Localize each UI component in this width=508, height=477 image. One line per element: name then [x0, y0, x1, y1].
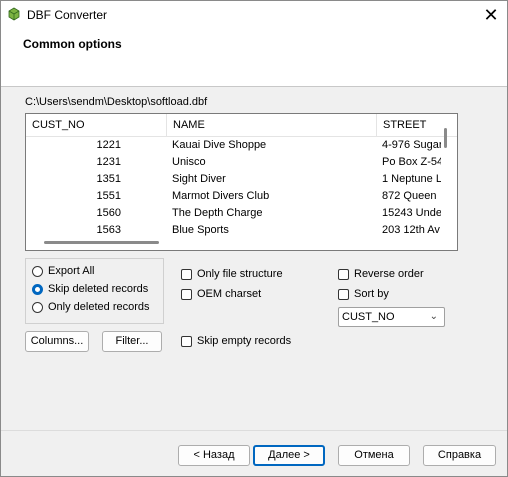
cell-cust-no: 1551: [96, 190, 121, 202]
cell-cust-no: 1231: [96, 156, 121, 168]
column-header-name[interactable]: NAME: [167, 114, 377, 136]
cell-name: Kauai Dive Shoppe: [172, 139, 267, 151]
radio-label: Skip deleted records: [48, 283, 149, 295]
dbf-converter-window: DBF Converter ✕ Common options C:\Users\…: [0, 0, 508, 477]
cell-name: The Depth Charge: [172, 207, 263, 219]
checkbox-label: Skip empty records: [197, 335, 292, 347]
cancel-button[interactable]: Отмена: [338, 445, 410, 466]
radio-button[interactable]: [32, 284, 43, 295]
back-button[interactable]: < Назад: [178, 445, 250, 466]
chevron-down-icon: ⌄: [429, 311, 438, 322]
checkbox-label: OEM charset: [197, 288, 262, 300]
radio-button[interactable]: [32, 266, 43, 277]
radio-skip-deleted-records[interactable]: Skip deleted records: [32, 282, 162, 298]
records-mode-group: Export All Skip deleted records Only del…: [25, 258, 164, 324]
data-preview-grid[interactable]: CUST_NO NAME STREET 1221 Kauai Dive Shop…: [25, 113, 458, 251]
table-row[interactable]: 1563 Blue Sports 203 12th Av: [26, 222, 441, 239]
cell-cust-no: 1560: [96, 207, 121, 219]
cell-street: 872 Queen: [382, 190, 437, 202]
checkbox-box[interactable]: [181, 336, 192, 347]
checkbox-box[interactable]: [338, 269, 349, 280]
vertical-scrollbar[interactable]: [444, 128, 447, 148]
radio-label: Only deleted records: [48, 301, 150, 313]
cell-street: 15243 Unde: [382, 207, 441, 219]
checkbox-box[interactable]: [181, 289, 192, 300]
grid-header: CUST_NO NAME STREET: [26, 114, 457, 137]
radio-label: Export All: [48, 265, 95, 277]
cell-street: Po Box Z-54: [382, 156, 441, 168]
section-title: Common options: [23, 37, 122, 51]
table-row[interactable]: 1231 Unisco Po Box Z-54: [26, 154, 441, 171]
window-title: DBF Converter: [27, 8, 108, 22]
close-icon: ✕: [483, 5, 499, 25]
radio-export-all[interactable]: Export All: [32, 264, 162, 280]
checkbox-box[interactable]: [181, 269, 192, 280]
file-path-label: C:\Users\sendm\Desktop\softload.dbf: [25, 96, 208, 108]
table-row[interactable]: 1221 Kauai Dive Shoppe 4-976 Sugar: [26, 137, 441, 154]
sort-field-select[interactable]: CUST_NO ⌄: [338, 307, 445, 327]
close-button[interactable]: ✕: [479, 4, 503, 26]
checkbox-label: Only file structure: [197, 268, 283, 280]
title-bar: DBF Converter ✕: [1, 1, 507, 30]
radio-only-deleted-records[interactable]: Only deleted records: [32, 300, 162, 316]
cell-street: 1 Neptune L: [382, 173, 441, 185]
table-row[interactable]: 1560 The Depth Charge 15243 Unde: [26, 205, 441, 222]
cell-street: 203 12th Av: [382, 224, 440, 236]
dbf-converter-icon: [7, 7, 21, 21]
cell-street: 4-976 Sugar: [382, 139, 441, 151]
options-header: Common options: [1, 30, 507, 87]
horizontal-scrollbar[interactable]: [44, 241, 159, 244]
cell-cust-no: 1563: [96, 224, 121, 236]
cell-name: Unisco: [172, 156, 206, 168]
footer-divider: [1, 430, 507, 431]
column-header-street[interactable]: STREET: [377, 114, 452, 136]
filter-button[interactable]: Filter...: [102, 331, 162, 352]
cell-name: Sight Diver: [172, 173, 226, 185]
help-button[interactable]: Справка: [423, 445, 496, 466]
cell-name: Marmot Divers Club: [172, 190, 270, 202]
cell-cust-no: 1221: [96, 139, 121, 151]
radio-button[interactable]: [32, 302, 43, 313]
cell-cust-no: 1351: [96, 173, 121, 185]
sort-field-value: CUST_NO: [342, 311, 395, 323]
table-row[interactable]: 1551 Marmot Divers Club 872 Queen: [26, 188, 441, 205]
checkbox-label: Reverse order: [354, 268, 424, 280]
next-button[interactable]: Далее >: [253, 445, 325, 466]
table-row[interactable]: 1351 Sight Diver 1 Neptune L: [26, 171, 441, 188]
checkbox-label: Sort by: [354, 288, 389, 300]
columns-button[interactable]: Columns...: [25, 331, 89, 352]
checkbox-box[interactable]: [338, 289, 349, 300]
cell-name: Blue Sports: [172, 224, 229, 236]
column-header-cust-no[interactable]: CUST_NO: [26, 114, 167, 136]
